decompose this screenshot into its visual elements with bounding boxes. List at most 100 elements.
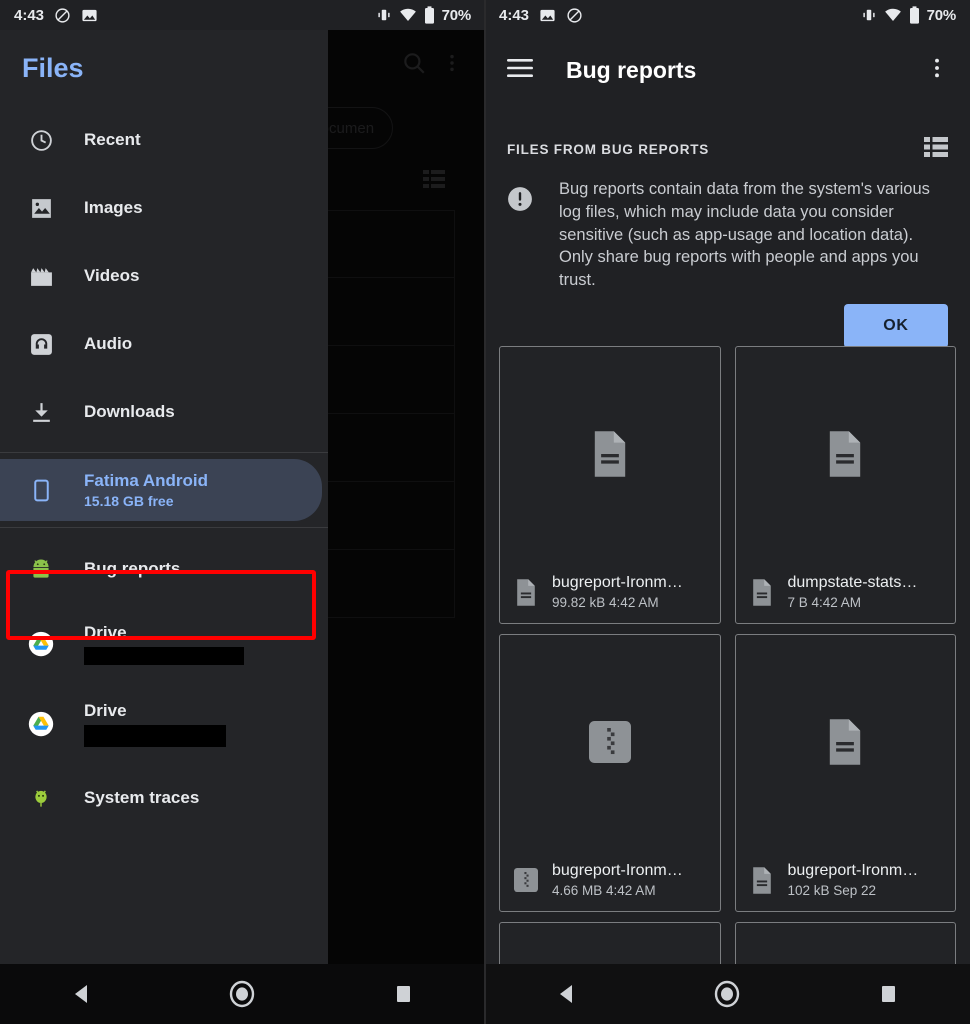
status-time: 4:43 xyxy=(14,7,44,24)
file-name: bugreport-Ironm… xyxy=(788,862,919,880)
file-date: Sep 22 xyxy=(833,883,876,898)
file-date: 4:42 AM xyxy=(812,595,862,610)
sidebar-item-label: Audio xyxy=(84,334,132,354)
do-not-disturb-icon xyxy=(566,7,583,24)
banner-content: Bug reports contain data from the system… xyxy=(507,178,948,292)
right-status-bar: 4:43 xyxy=(485,0,970,30)
file-details: 4.66 MB 4:42 AM xyxy=(552,883,683,898)
sidebar-item-videos[interactable]: Videos xyxy=(0,242,328,310)
file-card[interactable]: bugreport-Ironm… 4.66 MB 4:42 AM xyxy=(499,634,721,912)
drive-account-text: Drive xyxy=(84,701,328,747)
file-size: 99.82 kB xyxy=(552,595,609,610)
battery-percent: 70% xyxy=(442,7,471,24)
sidebar-item-images[interactable]: Images xyxy=(0,174,328,242)
file-date: 4:42 AM xyxy=(606,883,656,898)
screenshot-icon xyxy=(539,7,556,24)
file-size: 7 B xyxy=(788,595,812,610)
sidebar-item-label: Videos xyxy=(84,266,139,286)
left-nav-bar xyxy=(0,964,485,1024)
section-label: FILES FROM BUG REPORTS xyxy=(507,142,709,157)
wifi-icon xyxy=(884,6,902,24)
dual-screenshot: os Documen dr xyxy=(0,0,970,1024)
bug-reports-warning-banner: Bug reports contain data from the system… xyxy=(507,178,948,348)
battery-icon xyxy=(908,6,921,24)
file-card[interactable]: dumpstate-stats… 7 B 4:42 AM xyxy=(735,346,957,624)
google-drive-icon xyxy=(28,711,54,737)
vibrate-icon xyxy=(860,6,878,24)
file-thumbnail xyxy=(736,347,956,561)
drawer-divider xyxy=(0,527,328,528)
file-card[interactable]: bugreport-Ironm… 99.82 kB 4:42 AM xyxy=(499,346,721,624)
sidebar-item-downloads[interactable]: Downloads xyxy=(0,378,328,446)
phone-icon xyxy=(28,477,54,503)
file-card-footer: bugreport-Ironm… 102 kB Sep 22 xyxy=(736,849,956,911)
home-icon[interactable] xyxy=(697,964,757,1024)
sidebar-item-recent[interactable]: Recent xyxy=(0,106,328,174)
file-details: 99.82 kB 4:42 AM xyxy=(552,595,683,610)
sidebar-item-label: Images xyxy=(84,198,143,218)
screen-seam xyxy=(484,0,486,1024)
hamburger-menu-icon[interactable] xyxy=(507,58,533,83)
sidebar-item-drive-account-2[interactable]: Drive xyxy=(0,684,328,764)
right-phone-screen: Bug reports FILES FROM BUG REPORTS xyxy=(485,0,970,1024)
drawer-divider xyxy=(0,452,328,453)
banner-actions: OK xyxy=(507,304,948,348)
file-card[interactable]: bugreport-Ironm… 102 kB Sep 22 xyxy=(735,634,957,912)
file-thumbnail xyxy=(500,635,720,849)
back-icon[interactable] xyxy=(536,964,596,1024)
android-head-icon xyxy=(28,785,54,811)
sidebar-item-label: Fatima Android xyxy=(84,471,208,491)
file-size: 4.66 MB xyxy=(552,883,606,898)
ok-button[interactable]: OK xyxy=(844,304,948,348)
recents-icon[interactable] xyxy=(859,964,919,1024)
sidebar-item-label: Drive xyxy=(84,701,310,721)
file-card-footer: bugreport-Ironm… 4.66 MB 4:42 AM xyxy=(500,849,720,911)
sidebar-item-bug-reports[interactable]: Bug reports xyxy=(0,534,328,604)
sidebar-item-label: Drive xyxy=(84,623,310,643)
clock-icon xyxy=(28,127,54,153)
status-time: 4:43 xyxy=(499,7,529,24)
list-view-icon[interactable] xyxy=(924,137,948,162)
status-bar-right: 70% xyxy=(375,6,471,24)
banner-text: Bug reports contain data from the system… xyxy=(559,178,948,292)
image-icon xyxy=(28,195,54,221)
navigation-drawer: Files Recent Images xyxy=(0,30,328,1024)
file-card-meta: bugreport-Ironm… 102 kB Sep 22 xyxy=(788,862,919,898)
section-header: FILES FROM BUG REPORTS xyxy=(485,125,970,173)
back-icon[interactable] xyxy=(51,964,111,1024)
document-icon xyxy=(750,867,774,894)
file-card-meta: dumpstate-stats… 7 B 4:42 AM xyxy=(788,574,918,610)
battery-icon xyxy=(423,6,436,24)
files-grid-row: bugreport-Ironm… 99.82 kB 4:42 AM xyxy=(499,346,956,624)
page-title: Bug reports xyxy=(566,57,696,84)
device-free-space: 15.18 GB free xyxy=(84,493,208,509)
archive-zip-icon xyxy=(514,868,538,892)
file-details: 7 B 4:42 AM xyxy=(788,595,918,610)
sidebar-item-label: Recent xyxy=(84,130,141,150)
files-grid: bugreport-Ironm… 99.82 kB 4:42 AM xyxy=(485,346,970,1024)
sidebar-item-audio[interactable]: Audio xyxy=(0,310,328,378)
right-nav-bar xyxy=(485,964,970,1024)
device-storage-text: Fatima Android 15.18 GB free xyxy=(84,471,208,509)
video-icon xyxy=(28,263,54,289)
drive-account-text: Drive xyxy=(84,623,328,665)
redacted-email xyxy=(84,725,226,747)
document-icon xyxy=(750,579,774,606)
sidebar-item-device-storage[interactable]: Fatima Android 15.18 GB free xyxy=(0,459,322,521)
redacted-email xyxy=(84,647,244,665)
recents-icon[interactable] xyxy=(374,964,434,1024)
sidebar-item-drive-account-1[interactable]: Drive xyxy=(0,604,328,684)
status-bar-right: 70% xyxy=(860,6,956,24)
sidebar-item-system-traces[interactable]: System traces xyxy=(0,764,328,832)
app-bar: Bug reports xyxy=(485,30,970,110)
status-bar-left: 4:43 xyxy=(14,7,98,24)
document-icon xyxy=(514,579,538,606)
file-card-footer: dumpstate-stats… 7 B 4:42 AM xyxy=(736,561,956,623)
sidebar-item-label: Bug reports xyxy=(84,559,180,579)
more-vert-icon[interactable] xyxy=(926,56,948,85)
file-name: dumpstate-stats… xyxy=(788,574,918,592)
home-icon[interactable] xyxy=(212,964,272,1024)
left-phone-screen: os Documen dr xyxy=(0,0,485,1024)
file-name: bugreport-Ironm… xyxy=(552,574,683,592)
audio-icon xyxy=(28,331,54,357)
